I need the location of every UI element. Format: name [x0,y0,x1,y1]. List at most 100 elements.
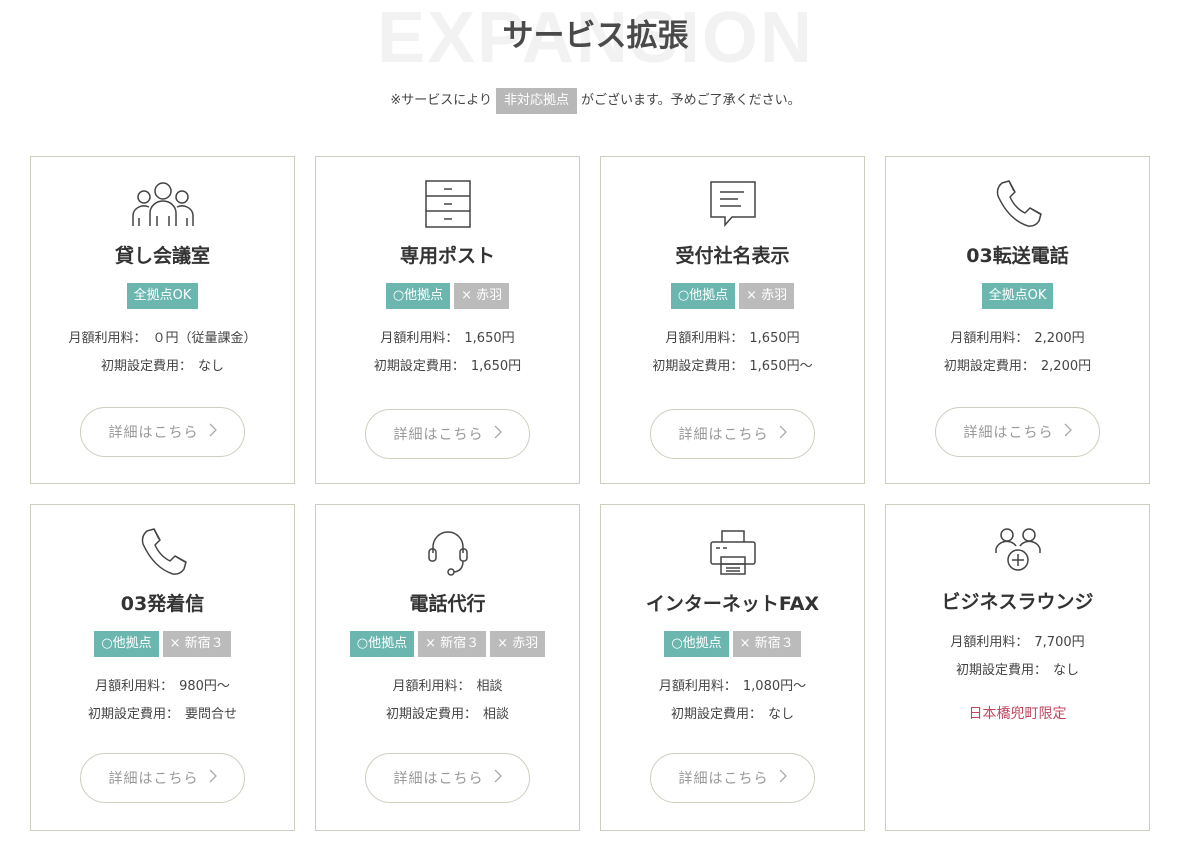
availability-badges: 全拠点OK [31,283,294,309]
initial-fee-row: 初期設定費用： 1,650円～ [601,353,864,381]
monthly-fee-value: 1,650円 [464,331,515,346]
fee-info: 月額利用料： 2,200円 初期設定費用： 2,200円 [886,325,1149,381]
availability-badges: ○他拠点 × 赤羽 [316,283,579,309]
availability-badges: ○他拠点 × 新宿３ [31,631,294,657]
monthly-fee-row: 月額利用料： ０円（従量課金） [31,325,294,353]
monthly-fee-label: 月額利用料： [950,635,1029,650]
detail-button[interactable]: 詳細はこちら [80,753,245,803]
cabinet-icon [316,179,579,229]
initial-fee-label: 初期設定費用： [943,359,1035,374]
monthly-fee-row: 月額利用料： 7,700円 [886,629,1149,657]
detail-button-label: 詳細はこちら [108,771,199,787]
detail-button-label: 詳細はこちら [393,771,484,787]
availability-badges: ○他拠点 × 赤羽 [601,283,864,309]
monthly-fee-label: 月額利用料： [392,679,471,694]
detail-button-label: 詳細はこちら [678,427,769,443]
initial-fee-value: 1,650円 [470,359,522,374]
detail-button-label: 詳細はこちら [393,427,484,443]
initial-fee-row: 初期設定費用： 1,650円 [316,353,579,381]
service-card-03-calls: 03発着信 ○他拠点 × 新宿３ 月額利用料： 980円～ 初期設定費用： 要問合せ… [30,504,295,831]
detail-button[interactable]: 詳細はこちら [365,409,530,459]
availability-badge: ○他拠点 [670,283,736,309]
service-card-dedicated-post: 専用ポスト ○他拠点 × 赤羽 月額利用料： 1,650円 初期設定費用： 1,65… [315,156,580,484]
monthly-fee-label: 月額利用料： [68,331,147,346]
monthly-fee-row: 月額利用料： 1,650円 [601,325,864,353]
initial-fee-row: 初期設定費用： なし [31,353,294,381]
monthly-fee-value: ０円（従量課金） [152,331,257,346]
monthly-fee-row: 月額利用料： 1,080円～ [601,673,864,701]
message-icon [601,179,864,229]
headset-icon [316,527,579,577]
detail-button[interactable]: 詳細はこちら [365,753,530,803]
availability-badge: ○他拠点 [349,631,415,657]
availability-badge: 全拠点OK [126,283,199,309]
chevron-right-icon [779,425,787,443]
monthly-fee-value: 7,700円 [1034,635,1085,650]
initial-fee-row: 初期設定費用： 相談 [316,701,579,729]
unavailable-badge: × 新宿３ [162,631,231,657]
chevron-right-icon [779,769,787,787]
service-grid: 貸し会議室 全拠点OK 月額利用料： ０円（従量課金） 初期設定費用： なし 詳細は… [30,156,1150,831]
notice-prefix: ※サービスにより [390,93,492,108]
fee-info: 月額利用料： 1,650円 初期設定費用： 1,650円～ [601,325,864,381]
location-limit-note: 日本橋兜町限定 [968,706,1067,722]
notice-suffix: がございます。予めご了承ください。 [580,93,801,108]
fee-info: 月額利用料： 1,650円 初期設定費用： 1,650円 [316,325,579,381]
service-expansion-section: EXPANSION サービス拡張 ※サービスにより 非対応拠点 がございます。予めご… [0,0,1191,848]
initial-fee-row: 初期設定費用： 2,200円 [886,353,1149,381]
monthly-fee-row: 月額利用料： 980円～ [31,673,294,701]
people-icon [31,179,294,229]
chevron-right-icon [209,423,217,441]
availability-badge: 全拠点OK [981,283,1054,309]
unavailable-badge: × 新宿３ [732,631,801,657]
fee-info: 月額利用料： 980円～ 初期設定費用： 要問合せ [31,673,294,729]
service-card-internet-fax: インターネットFAX ○他拠点 × 新宿３ 月額利用料： 1,080円～ 初期設定… [600,504,865,831]
fee-info: 月額利用料： 7,700円 初期設定費用： なし [886,629,1149,685]
monthly-fee-value: 980円～ [179,679,230,694]
chevron-right-icon [209,769,217,787]
monthly-fee-value: 1,650円 [749,331,800,346]
initial-fee-value: なし [198,359,225,374]
detail-button[interactable]: 詳細はこちら [650,409,815,459]
monthly-fee-label: 月額利用料： [95,679,174,694]
service-card-reception-name: 受付社名表示 ○他拠点 × 赤羽 月額利用料： 1,650円 初期設定費用： 1,6… [600,156,865,484]
section-title: サービス拡張 [502,18,689,54]
chevron-right-icon [494,425,502,443]
initial-fee-label: 初期設定費用： [373,359,465,374]
monthly-fee-label: 月額利用料： [380,331,459,346]
availability-badges: ○他拠点 × 新宿３ [601,631,864,657]
initial-fee-label: 初期設定費用： [652,359,744,374]
detail-button[interactable]: 詳細はこちら [80,407,245,457]
service-name: 貸し会議室 [114,245,210,267]
detail-button-label: 詳細はこちら [963,425,1054,441]
fee-info: 月額利用料： 1,080円～ 初期設定費用： なし [601,673,864,729]
phone-icon [31,527,294,577]
service-name: 受付社名表示 [675,245,790,267]
initial-fee-value: なし [768,707,795,722]
initial-fee-value: 2,200円 [1040,359,1092,374]
initial-fee-value: 要問合せ [185,707,238,722]
service-card-business-lounge: ビジネスラウンジ 月額利用料： 7,700円 初期設定費用： なし 日本橋兜町限定 [885,504,1150,831]
chevron-right-icon [1064,423,1072,441]
monthly-fee-label: 月額利用料： [950,331,1029,346]
availability-badges: 全拠点OK [886,283,1149,309]
initial-fee-label: 初期設定費用： [385,707,477,722]
service-name: インターネットFAX [645,593,820,615]
monthly-fee-row: 月額利用料： 2,200円 [886,325,1149,353]
unsupported-location-chip: 非対応拠点 [495,88,577,114]
service-name: 03発着信 [120,593,205,615]
initial-fee-value: 1,650円～ [749,359,813,374]
unavailable-badge: × 新宿３ [418,631,487,657]
detail-button[interactable]: 詳細はこちら [935,407,1100,457]
fax-icon [601,527,864,577]
initial-fee-label: 初期設定費用： [100,359,192,374]
service-name: 03転送電話 [966,245,1069,267]
initial-fee-label: 初期設定費用： [87,707,179,722]
service-card-meeting-room: 貸し会議室 全拠点OK 月額利用料： ０円（従量課金） 初期設定費用： なし 詳細は… [30,156,295,484]
chevron-right-icon [494,769,502,787]
monthly-fee-label: 月額利用料： [658,679,737,694]
monthly-fee-value: 1,080円～ [742,679,807,694]
service-name: 電話代行 [409,593,486,615]
unavailable-badge: × 赤羽 [490,631,546,657]
detail-button[interactable]: 詳細はこちら [650,753,815,803]
